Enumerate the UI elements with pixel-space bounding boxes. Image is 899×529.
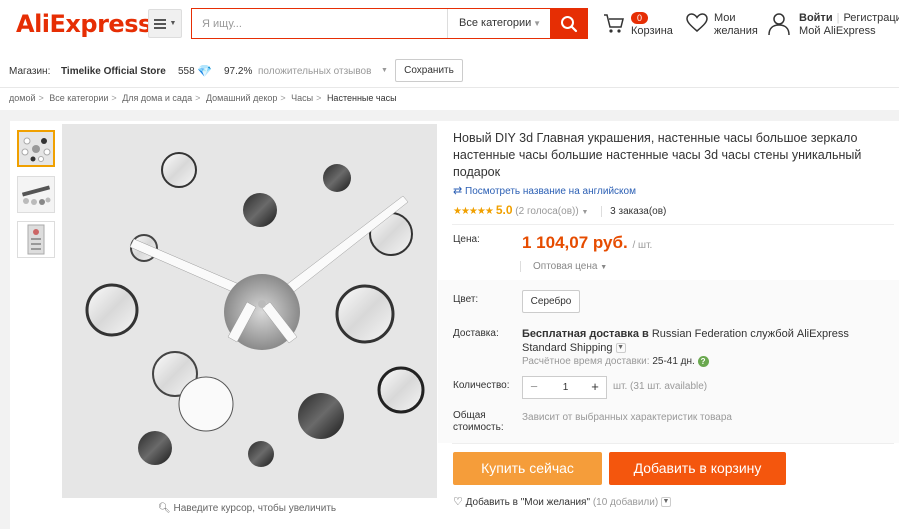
rating-stars-icon[interactable]: ★★★★★ (453, 206, 494, 217)
diamond-icon: 💎 (197, 64, 212, 78)
divider (452, 443, 894, 444)
thumbnail-1[interactable] (17, 130, 55, 167)
cart-icon (604, 14, 624, 33)
store-score: 558 (178, 66, 195, 77)
shipping-label: Доставка: (453, 328, 499, 339)
chevron-down-icon: ▼ (533, 19, 541, 28)
color-label: Цвет: (453, 294, 479, 305)
chevron-down-icon: ▼ (600, 264, 608, 271)
quantity-decrease-button[interactable]: − (523, 377, 545, 398)
wishlist-dropdown[interactable]: ▼ (660, 497, 671, 508)
search-input[interactable] (192, 9, 447, 38)
delivery-time: Расчётное время доставки: 25-41 дн. ? (522, 356, 709, 367)
heart-icon (686, 13, 708, 32)
price-label: Цена: (453, 234, 480, 245)
divider (452, 224, 894, 225)
add-to-wishlist-link[interactable]: ♡ Добавить в "Мои желания" (10 добавили)… (453, 495, 671, 508)
chevron-down-icon[interactable]: ▼ (581, 209, 588, 216)
wish-label-line2: желания (714, 25, 758, 37)
chevron-down-icon: ▼ (169, 20, 177, 27)
site-header: AliExpress® ▼ Все категории▼ 0 Корзина М… (0, 0, 899, 52)
product-title: Новый DIY 3d Главная украшения, настенны… (453, 131, 862, 179)
breadcrumb: домой > Все категории > Для дома и сада > Д… (9, 93, 397, 103)
color-option-silver[interactable]: Серебро (522, 290, 580, 313)
buy-now-button[interactable]: Купить сейчас (453, 452, 602, 485)
breadcrumb-home-decor[interactable]: Домашний декор (206, 93, 277, 103)
cart-label: Корзина (631, 25, 673, 37)
magnifier-icon: 🔍︎ (158, 503, 171, 514)
store-positive-label[interactable]: положительных отзывов (258, 66, 371, 77)
quantity-input[interactable]: 1 (545, 377, 586, 398)
save-store-button[interactable]: Сохранить (395, 59, 463, 82)
search-bar: Все категории▼ (191, 8, 588, 39)
divider (0, 87, 899, 88)
breadcrumb-clocks[interactable]: Часы (291, 93, 313, 103)
wholesale-price-toggle[interactable]: Оптовая цена ▼ (520, 261, 607, 272)
breadcrumb-home[interactable]: домой (9, 93, 35, 103)
heart-plus-icon: ♡ (453, 496, 463, 508)
shipping-info: Бесплатная доставка в Russian Federation… (522, 328, 849, 354)
breadcrumb-all-categories[interactable]: Все категории (49, 93, 108, 103)
breadcrumb-current: Настенные часы (326, 93, 397, 103)
aliexpress-logo[interactable]: AliExpress® (16, 10, 159, 38)
add-to-cart-button[interactable]: Добавить в корзину (609, 452, 786, 485)
thumbnail-2[interactable] (17, 176, 55, 213)
price-unit: / шт. (632, 240, 653, 251)
breadcrumb-home-garden[interactable]: Для дома и сада (122, 93, 192, 103)
quantity-available: шт. (31 шт. available) (613, 381, 708, 392)
rating-row: ★★★★★ 5.0 (2 голоса(ов)) ▼ 3 заказа(ов) (453, 203, 667, 217)
categories-menu-button[interactable]: ▼ (148, 9, 182, 38)
translate-icon: ⇄ (453, 185, 463, 197)
hamburger-icon (153, 18, 166, 29)
votes-count[interactable]: (2 голоса(ов)) (515, 206, 578, 217)
cart-count-badge: 0 (631, 12, 649, 24)
store-label: Магазин: (9, 66, 51, 77)
store-positive-pct: 97.2% (224, 66, 253, 77)
zoom-hint: 🔍︎ Наведите курсор, чтобы увеличить (158, 503, 337, 514)
search-category-select[interactable]: Все категории ▼ (447, 9, 551, 38)
quantity-label: Количество: (453, 380, 510, 391)
orders-count: 3 заказа(ов) (601, 206, 667, 217)
wishlist-count: (10 добавили) (592, 497, 659, 508)
store-name-link[interactable]: Timelike Official Store (61, 66, 166, 77)
login-link[interactable]: Войти (799, 12, 833, 24)
product-price: 1 104,07 руб. / шт. (522, 233, 653, 252)
main-product-image[interactable] (62, 124, 437, 498)
thumbnail-3[interactable] (17, 221, 55, 258)
quantity-increase-button[interactable]: + (584, 377, 606, 398)
chevron-down-icon: ▼ (381, 67, 388, 74)
user-icon (768, 13, 790, 36)
translate-title-link[interactable]: ⇄ Посмотреть название на английском (453, 184, 636, 197)
total-label: Общая стоимость: (453, 410, 504, 433)
store-bar: Магазин: Timelike Official Store 558 💎 9… (0, 58, 899, 86)
help-icon[interactable]: ? (697, 356, 709, 367)
wish-label-line1: Мои (714, 12, 736, 24)
shipping-method-dropdown[interactable]: ▼ (615, 343, 626, 354)
quantity-stepper: − 1 + (522, 376, 607, 399)
my-aliexpress-link[interactable]: Мой AliExpress (799, 25, 899, 38)
rating-score: 5.0 (495, 203, 513, 217)
total-value: Зависит от выбранных характеристик товар… (522, 412, 732, 423)
search-icon (561, 15, 578, 32)
register-link[interactable]: Регистрация (843, 12, 899, 24)
search-button[interactable] (550, 8, 588, 39)
